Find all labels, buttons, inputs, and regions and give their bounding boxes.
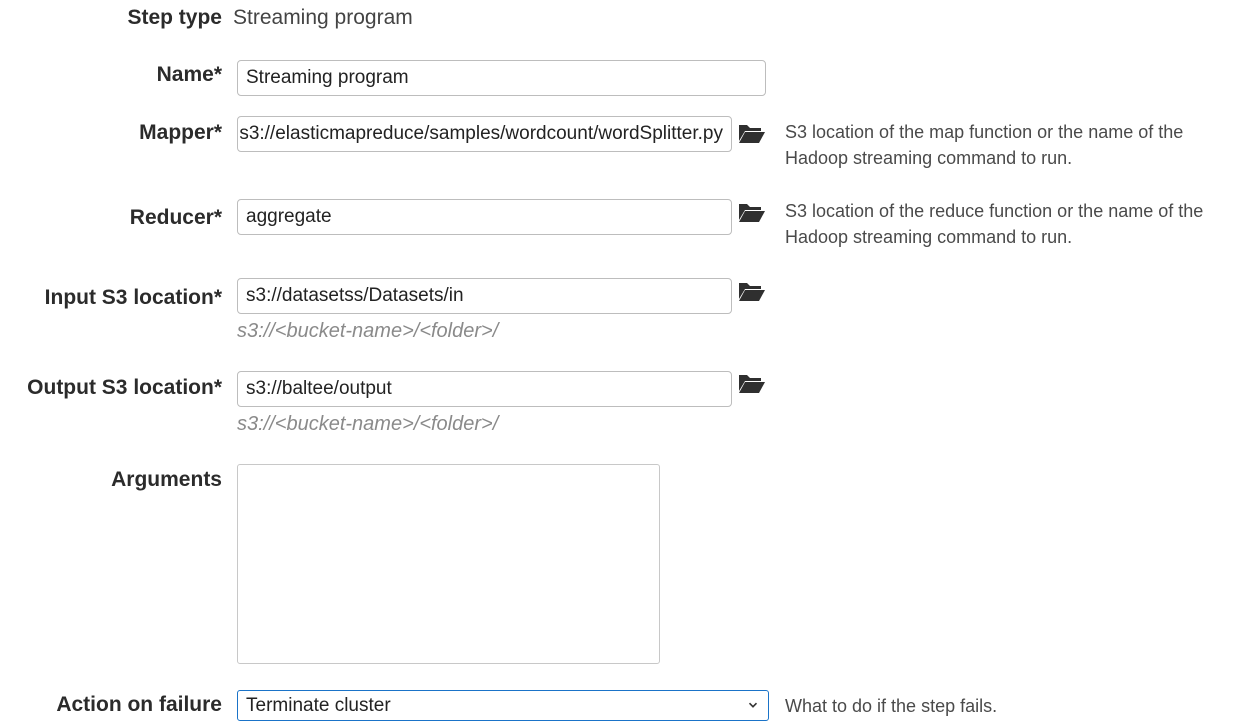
mapper-folder-open-icon[interactable] <box>738 122 766 144</box>
output-s3-input[interactable] <box>237 371 732 407</box>
chevron-down-icon <box>748 702 758 708</box>
reducer-help-text: S3 location of the reduce function or th… <box>785 198 1203 250</box>
input-s3-hint: s3://<bucket-name>/<folder>/ <box>237 320 499 342</box>
reducer-help-line2: Hadoop streaming command to run. <box>785 227 1073 247</box>
mapper-label: Mapper* <box>139 121 222 144</box>
reducer-label: Reducer* <box>129 206 222 229</box>
input-s3-input[interactable] <box>237 278 732 314</box>
step-type-label: Step type <box>127 6 222 29</box>
mapper-help-line2: Hadoop streaming command to run. <box>785 148 1073 168</box>
action-on-failure-help: What to do if the step fails. <box>785 696 998 716</box>
reducer-help-line1: S3 location of the reduce function or th… <box>785 201 1204 221</box>
mapper-help-line1: S3 location of the map function or the n… <box>785 122 1184 142</box>
output-s3-hint: s3://<bucket-name>/<folder>/ <box>237 413 499 435</box>
action-on-failure-label: Action on failure <box>56 693 222 716</box>
action-on-failure-select[interactable]: Terminate cluster <box>237 690 769 721</box>
mapper-input-value: s3://elasticmapreduce/samples/wordcount/… <box>239 123 723 144</box>
mapper-help-text: S3 location of the map function or the n… <box>785 119 1183 171</box>
arguments-label: Arguments <box>111 468 222 491</box>
output-s3-folder-open-icon[interactable] <box>738 372 766 394</box>
input-s3-folder-open-icon[interactable] <box>738 280 766 302</box>
output-s3-label: Output S3 location* <box>27 376 222 399</box>
arguments-textarea[interactable] <box>237 464 660 664</box>
input-s3-label: Input S3 location* <box>44 286 222 309</box>
reducer-folder-open-icon[interactable] <box>738 201 766 223</box>
name-label: Name* <box>156 63 222 86</box>
action-on-failure-selected: Terminate cluster <box>246 695 391 716</box>
mapper-input[interactable]: s3://elasticmapreduce/samples/wordcount/… <box>237 116 732 152</box>
name-input[interactable] <box>237 60 766 96</box>
step-type-value: Streaming program <box>233 6 413 29</box>
reducer-input[interactable] <box>237 199 732 235</box>
